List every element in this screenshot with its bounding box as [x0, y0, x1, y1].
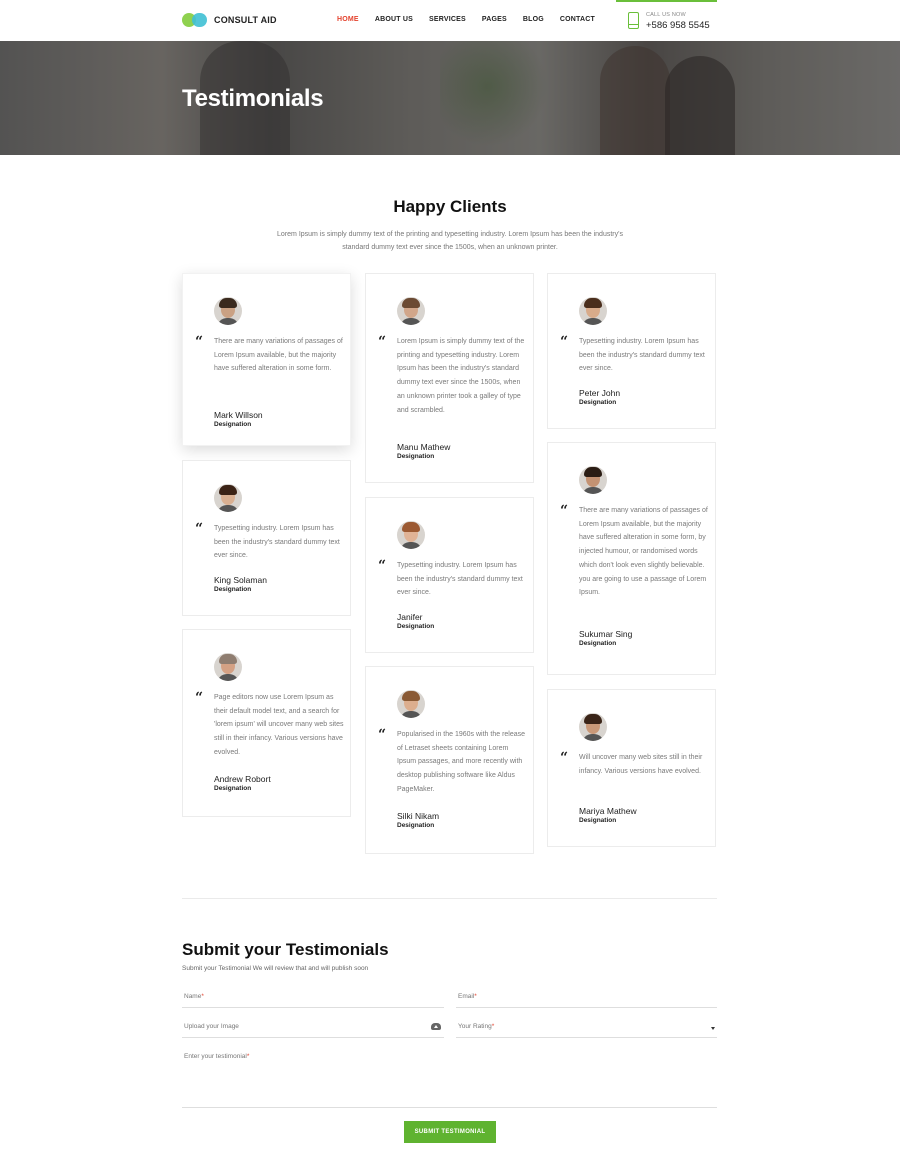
- testimonial-card: “ There are many variations of passages o…: [547, 442, 716, 675]
- nav-home[interactable]: HOME: [337, 16, 359, 23]
- chevron-down-icon[interactable]: [711, 1027, 715, 1030]
- nav-about-us[interactable]: ABOUT US: [375, 16, 413, 23]
- testimonial-card: “ Will uncover many web sites still in th…: [547, 689, 716, 847]
- section-subtitle: Lorem Ipsum is simply dummy text of the …: [277, 231, 623, 251]
- client-designation: Designation: [397, 623, 435, 630]
- quote-icon: “: [378, 334, 387, 350]
- testimonial-card: “ Lorem Ipsum is simply dummy text of the…: [365, 273, 534, 483]
- avatar: [214, 653, 242, 681]
- email-label: Email*: [458, 993, 477, 1000]
- client-designation: Designation: [397, 453, 435, 460]
- testimonial-card: “ Typesetting industry. Lorem Ipsum has b…: [182, 460, 351, 616]
- client-designation: Designation: [579, 817, 617, 824]
- mobile-phone-icon: [628, 12, 639, 29]
- testimonial-text: Typesetting industry. Lorem Ipsum has be…: [214, 525, 340, 560]
- nav-services[interactable]: SERVICES: [429, 16, 466, 23]
- client-designation: Designation: [214, 586, 252, 593]
- testimonial-card: “ Page editors now use Lorem Ipsum as the…: [182, 629, 351, 817]
- avatar: [397, 690, 425, 718]
- name-label: Name*: [184, 993, 204, 1000]
- form-title: Submit your Testimonials: [182, 940, 389, 959]
- testimonial-card: “ Popularised in the 1960s with the relea…: [365, 666, 534, 854]
- name-field[interactable]: Name*: [182, 990, 444, 1008]
- avatar: [214, 484, 242, 512]
- section-title: Happy Clients: [393, 197, 507, 216]
- quote-icon: “: [378, 727, 387, 743]
- quote-icon: “: [560, 503, 569, 519]
- client-name: Manu Mathew: [397, 442, 451, 452]
- client-designation: Designation: [214, 785, 252, 792]
- hero-overlay: [0, 41, 900, 155]
- nav-pages[interactable]: PAGES: [482, 16, 507, 23]
- site-header: CONSULT AID HOME ABOUT US SERVICES PAGES…: [0, 0, 900, 41]
- avatar: [397, 297, 425, 325]
- call-us-label: CALL US NOW: [646, 12, 686, 18]
- testimonial-label: Enter your testimonial*: [184, 1053, 250, 1060]
- brand-logo[interactable]: CONSULT AID: [182, 13, 277, 27]
- quote-icon: “: [195, 334, 204, 350]
- testimonial-text: Popularised in the 1960s with the releas…: [397, 731, 526, 793]
- cloud-upload-icon[interactable]: [431, 1023, 441, 1030]
- avatar: [579, 466, 607, 494]
- client-name: Sukumar Sing: [579, 629, 633, 639]
- section-divider: [182, 898, 717, 899]
- phone-number[interactable]: +586 958 5545: [646, 20, 710, 31]
- client-name: Andrew Robort: [214, 774, 271, 784]
- rating-select[interactable]: Your Rating*: [456, 1020, 717, 1038]
- quote-icon: “: [378, 558, 387, 574]
- client-name: Peter John: [579, 388, 621, 398]
- quote-icon: “: [560, 750, 569, 766]
- client-designation: Designation: [397, 822, 435, 829]
- avatar: [214, 297, 242, 325]
- submit-testimonial-button[interactable]: SUBMIT TESTIMONIAL: [404, 1121, 496, 1143]
- testimonial-card: “ Typesetting industry. Lorem Ipsum has b…: [365, 497, 534, 653]
- testimonial-card: “ Typesetting industry. Lorem Ipsum has b…: [547, 273, 716, 429]
- testimonial-text: Typesetting industry. Lorem Ipsum has be…: [579, 338, 705, 373]
- main-nav: HOME ABOUT US SERVICES PAGES BLOG CONTAC…: [337, 16, 611, 23]
- testimonial-textarea[interactable]: Enter your testimonial*: [182, 1050, 717, 1108]
- client-name: Janifer: [397, 612, 423, 622]
- testimonial-text: Page editors now use Lorem Ipsum as thei…: [214, 694, 344, 756]
- client-name: Silki Nikam: [397, 811, 440, 821]
- testimonial-text: Lorem Ipsum is simply dummy text of the …: [397, 338, 525, 414]
- quote-icon: “: [195, 690, 204, 706]
- client-name: Mark Willson: [214, 410, 263, 420]
- rating-label: Your Rating*: [458, 1023, 495, 1030]
- nav-blog[interactable]: BLOG: [523, 16, 544, 23]
- page-title: Testimonials: [182, 85, 324, 112]
- upload-label: Upload your Image: [184, 1023, 239, 1030]
- logo-icon: [182, 13, 207, 27]
- hero-banner: Testimonials: [0, 41, 900, 155]
- call-us-box[interactable]: CALL US NOW +586 958 5545: [616, 0, 717, 41]
- testimonial-card: “ There are many variations of passages o…: [182, 273, 351, 446]
- testimonial-text: There are many variations of passages of…: [579, 507, 708, 597]
- email-field[interactable]: Email*: [456, 990, 717, 1008]
- avatar: [579, 297, 607, 325]
- nav-contact[interactable]: CONTACT: [560, 16, 595, 23]
- client-name: King Solaman: [214, 575, 267, 585]
- avatar: [397, 521, 425, 549]
- upload-image-field[interactable]: Upload your Image: [182, 1020, 444, 1038]
- quote-icon: “: [560, 334, 569, 350]
- brand-name: CONSULT AID: [214, 15, 277, 25]
- call-accent-bar: [616, 0, 717, 2]
- client-name: Mariya Mathew: [579, 806, 637, 816]
- client-designation: Designation: [579, 640, 617, 647]
- testimonial-text: There are many variations of passages of…: [214, 338, 343, 373]
- testimonial-text: Typesetting industry. Lorem Ipsum has be…: [397, 562, 523, 597]
- client-designation: Designation: [214, 421, 252, 428]
- quote-icon: “: [195, 521, 204, 537]
- form-subtitle: Submit your Testimonial We will review t…: [182, 965, 369, 972]
- testimonial-text: Will uncover many web sites still in the…: [579, 754, 703, 775]
- client-designation: Designation: [579, 399, 617, 406]
- avatar: [579, 713, 607, 741]
